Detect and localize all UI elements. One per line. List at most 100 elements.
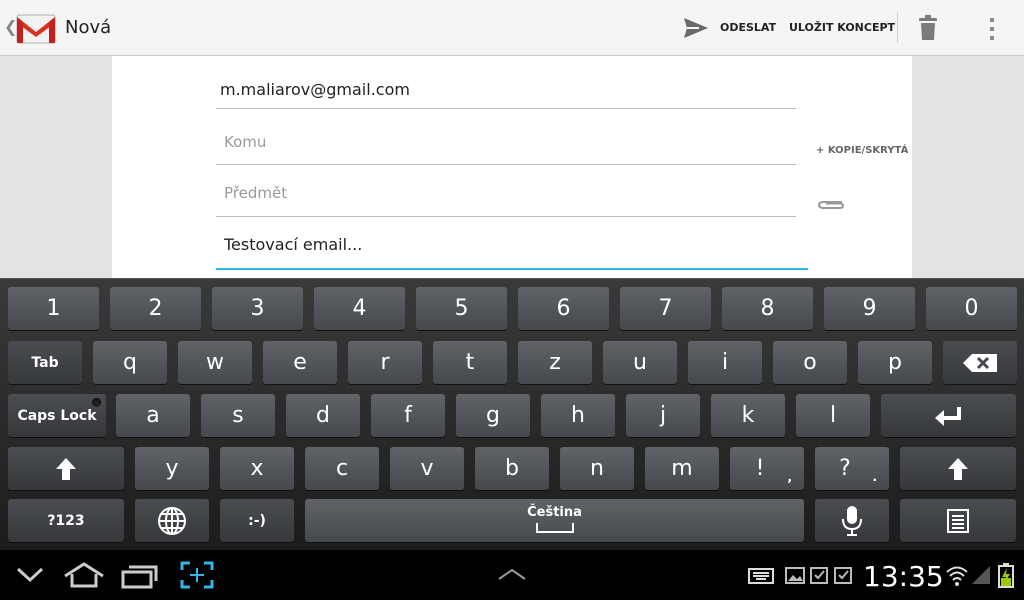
key-exclamation-label: ! — [755, 456, 765, 481]
key-a[interactable]: a — [116, 394, 190, 437]
body-field[interactable]: Testovací email... — [216, 216, 808, 270]
smiley-key[interactable]: :-) — [220, 499, 294, 542]
divider — [897, 12, 898, 43]
trash-icon[interactable] — [918, 15, 938, 41]
shift-icon — [56, 457, 76, 480]
key-h[interactable]: h — [541, 394, 615, 437]
caps-lock-key[interactable]: Caps Lock — [8, 394, 106, 437]
backspace-icon — [963, 353, 997, 372]
enter-key[interactable] — [881, 394, 1016, 437]
key-exclamation-comma[interactable]: ! , — [730, 447, 804, 490]
key-d[interactable]: d — [286, 394, 360, 437]
key-5[interactable]: 5 — [416, 287, 507, 330]
key-3[interactable]: 3 — [212, 287, 303, 330]
screenshot-icon[interactable] — [180, 561, 214, 589]
key-f[interactable]: f — [371, 394, 445, 437]
key-period-hint: . — [872, 470, 877, 484]
shift-icon — [948, 457, 968, 480]
signal-icon — [972, 566, 990, 584]
key-g[interactable]: g — [456, 394, 530, 437]
attachment-icon[interactable] — [816, 198, 846, 212]
key-z[interactable]: z — [518, 341, 592, 384]
symbols-key[interactable]: ?123 — [8, 499, 124, 542]
key-e[interactable]: e — [263, 341, 337, 384]
keyboard-settings-key[interactable] — [900, 499, 1016, 542]
to-field[interactable]: Komu — [216, 112, 796, 165]
from-account-selector[interactable]: m.maliarov@gmail.com — [216, 56, 796, 109]
to-placeholder: Komu — [224, 133, 267, 151]
key-6[interactable]: 6 — [518, 287, 609, 330]
spacebar-language-label: Čeština — [527, 505, 582, 520]
overflow-menu-icon[interactable] — [988, 16, 996, 42]
send-icon[interactable] — [683, 16, 709, 40]
compose-form: m.maliarov@gmail.com Komu Předmět Testov… — [112, 56, 912, 278]
shift-key-right[interactable] — [900, 447, 1016, 490]
key-u[interactable]: u — [603, 341, 677, 384]
gmail-logo-icon[interactable] — [15, 7, 57, 49]
key-0[interactable]: 0 — [926, 287, 1017, 330]
notepad-icon — [947, 508, 969, 533]
shift-key-left[interactable] — [8, 447, 124, 490]
voice-input-key[interactable] — [815, 499, 889, 542]
key-w[interactable]: w — [178, 341, 252, 384]
key-j[interactable]: j — [626, 394, 700, 437]
send-button[interactable]: ODESLAT — [720, 21, 776, 34]
caps-lock-label: Caps Lock — [17, 407, 97, 424]
key-p[interactable]: p — [858, 341, 932, 384]
key-9[interactable]: 9 — [824, 287, 915, 330]
key-m[interactable]: m — [645, 447, 719, 490]
keyboard-notification-icon[interactable] — [748, 566, 774, 584]
key-b[interactable]: b — [475, 447, 549, 490]
save-draft-button[interactable]: ULOŽIT KONCEPT — [789, 21, 895, 34]
key-1[interactable]: 1 — [8, 287, 99, 330]
key-t[interactable]: t — [433, 341, 507, 384]
key-o[interactable]: o — [773, 341, 847, 384]
key-r[interactable]: r — [348, 341, 422, 384]
key-question-label: ? — [839, 456, 851, 481]
key-l[interactable]: l — [796, 394, 870, 437]
key-4[interactable]: 4 — [314, 287, 405, 330]
caps-lock-indicator — [92, 398, 101, 407]
globe-icon — [158, 506, 186, 535]
clock: 13:35 — [863, 560, 944, 593]
gallery-notification-icon[interactable] — [785, 566, 805, 584]
key-s[interactable]: s — [201, 394, 275, 437]
clipboard-check-icon[interactable] — [809, 564, 829, 584]
backspace-key[interactable] — [943, 341, 1017, 384]
key-8[interactable]: 8 — [722, 287, 813, 330]
key-k[interactable]: k — [711, 394, 785, 437]
key-2[interactable]: 2 — [110, 287, 201, 330]
key-7[interactable]: 7 — [620, 287, 711, 330]
page-title: Nová — [65, 17, 112, 38]
subject-placeholder: Předmět — [224, 184, 288, 202]
key-x[interactable]: x — [220, 447, 294, 490]
action-bar: ❮ Nová ODESLAT ULOŽIT KONCEPT — [0, 0, 1024, 56]
tab-key[interactable]: Tab — [8, 341, 82, 384]
subject-field[interactable]: Předmět — [216, 164, 796, 217]
body-text: Testovací email... — [224, 235, 363, 254]
wifi-icon — [946, 566, 968, 586]
clipboard-check-icon[interactable] — [833, 564, 853, 584]
recent-apps-icon[interactable] — [121, 563, 159, 589]
soft-keyboard: 1 2 3 4 5 6 7 8 9 0 Tab q w e r t z u i … — [0, 278, 1024, 550]
key-c[interactable]: c — [305, 447, 379, 490]
key-y[interactable]: y — [135, 447, 209, 490]
enter-icon — [934, 406, 961, 426]
system-bar: 13:35 — [0, 550, 1024, 600]
cc-bcc-button[interactable]: + KOPIE/SKRYTÁ — [816, 145, 908, 156]
app-drawer-up-icon[interactable] — [497, 568, 527, 580]
hide-keyboard-icon[interactable] — [16, 567, 44, 583]
microphone-icon — [842, 505, 862, 536]
space-icon — [535, 523, 574, 533]
key-i[interactable]: i — [688, 341, 762, 384]
home-icon[interactable] — [63, 562, 105, 588]
key-q[interactable]: q — [93, 341, 167, 384]
key-v[interactable]: v — [390, 447, 464, 490]
key-question-period[interactable]: ? . — [815, 447, 889, 490]
from-address: m.maliarov@gmail.com — [220, 80, 410, 99]
spacebar[interactable]: Čeština — [305, 499, 804, 542]
language-globe-key[interactable] — [135, 499, 209, 542]
key-comma-hint: , — [787, 470, 792, 484]
battery-charging-icon — [998, 563, 1014, 588]
key-n[interactable]: n — [560, 447, 634, 490]
